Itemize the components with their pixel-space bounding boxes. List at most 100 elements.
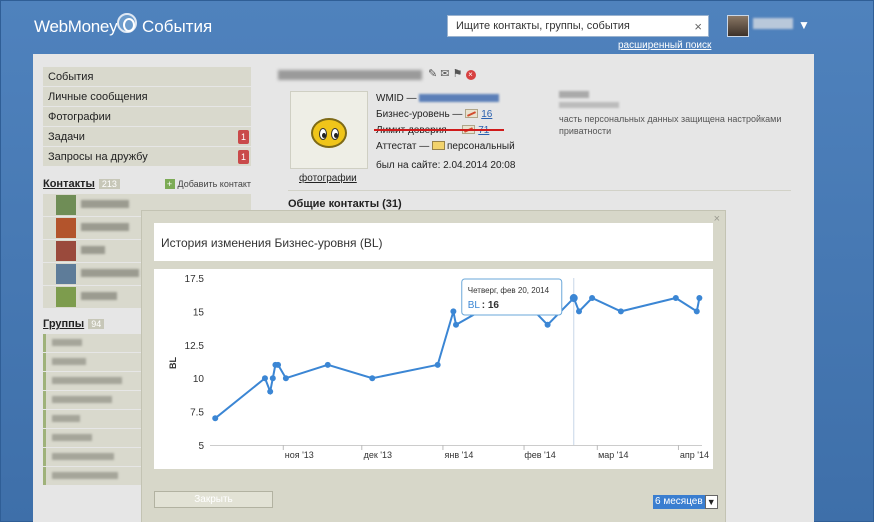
group-name-blurred <box>52 434 92 441</box>
contact-avatar <box>56 287 76 307</box>
contact-name-blurred <box>81 223 129 231</box>
contacts-header: Контакты 213 + Добавить контакт <box>43 178 251 194</box>
sidebar-item-events[interactable]: События <box>43 67 251 86</box>
x-tick-label: ноя '13 <box>285 450 314 460</box>
extra-blurred-1 <box>559 91 589 98</box>
attestat-icon <box>432 141 446 150</box>
sidebar-item-label: Задачи <box>48 131 85 143</box>
y-axis-label: BL <box>168 357 178 369</box>
chevron-down-icon[interactable]: ▼ <box>704 495 718 509</box>
bl-chart: 17.5 15 12.5 10 7.5 5 BL ноя '13 дек '13 янв '14 ф… <box>154 269 713 469</box>
edit-icon[interactable]: ✎ <box>428 68 437 80</box>
attestat-value[interactable]: персональный <box>447 141 515 152</box>
x-tick-label: янв '14 <box>444 450 473 460</box>
bl-data-point <box>589 295 596 302</box>
divider <box>288 190 791 191</box>
sidebar-item-label: События <box>48 71 94 83</box>
wmid-value-blurred[interactable] <box>419 94 500 103</box>
bl-data-point <box>569 294 578 303</box>
last-seen-row: был на сайте: 2.04.2014 20:08 <box>376 158 515 174</box>
search-input[interactable] <box>448 16 678 36</box>
dialog-title-box: История изменения Бизнес-уровня (BL) <box>154 223 713 261</box>
groups-title[interactable]: Группы <box>43 318 84 330</box>
count-badge: 1 <box>238 150 249 164</box>
sidebar-item-messages[interactable]: Личные сообщения <box>43 87 251 106</box>
bl-data-point <box>696 295 703 302</box>
sidebar-item-tasks[interactable]: Задачи 1 <box>43 127 251 146</box>
sidebar-item-label: Запросы на дружбу <box>48 151 148 163</box>
remove-icon[interactable]: × <box>465 70 476 80</box>
tooltip-date: Четверг, фев 20, 2014 <box>468 286 550 295</box>
window-frame: WebMoney События × расширенный поиск ▼ С… <box>0 0 874 522</box>
advanced-search-link[interactable]: расширенный поиск <box>618 40 711 51</box>
wmid-row: WMID — <box>376 91 515 107</box>
extra-blurred-2 <box>559 102 619 108</box>
add-contact-button[interactable]: + Добавить контакт <box>164 179 251 189</box>
bl-data-point <box>267 388 274 395</box>
search-box[interactable]: × <box>447 15 709 37</box>
dialog-title: История изменения Бизнес-уровня (BL) <box>161 236 383 250</box>
mail-icon[interactable]: ✉ <box>440 68 449 80</box>
sidebar-item-friend-requests[interactable]: Запросы на дружбу 1 <box>43 147 251 166</box>
last-seen: был на сайте: 2.04.2014 20:08 <box>376 160 516 171</box>
bee-eye-left <box>319 128 327 140</box>
bl-series-line <box>214 296 701 420</box>
group-name-blurred <box>52 453 114 460</box>
clear-search-icon[interactable]: × <box>694 19 702 34</box>
photos-link[interactable]: фотографии <box>299 173 357 184</box>
tooltip-series-label: BL <box>468 300 481 311</box>
common-contacts-title: Общие контакты (31) <box>288 198 402 210</box>
close-button[interactable]: Закрыть <box>154 491 273 508</box>
group-name-blurred <box>52 339 82 346</box>
attestat-label: Аттестат — <box>376 141 430 152</box>
bl-data-point <box>212 415 219 422</box>
flag-icon[interactable]: ⚑ <box>453 68 463 80</box>
bl-chart-svg: 17.5 15 12.5 10 7.5 5 BL ноя '13 дек '13 янв '14 ф… <box>168 274 709 460</box>
contacts-count: 213 <box>98 179 120 189</box>
sidebar-item-photos[interactable]: Фотографии <box>43 107 251 126</box>
x-tick-label: фев '14 <box>524 450 555 460</box>
profile-name-blurred <box>278 70 422 80</box>
contact-name-blurred <box>81 269 139 277</box>
bl-data-point <box>576 308 582 315</box>
attestat-row: Аттестат — персональный <box>376 139 515 155</box>
bl-data-point <box>275 361 282 368</box>
wmid-label: WMID — <box>376 93 417 104</box>
user-name-blurred[interactable] <box>753 18 793 29</box>
y-tick-label: 10 <box>193 374 205 385</box>
sidebar-item-label: Личные сообщения <box>48 91 148 103</box>
tooltip-value: : 16 <box>482 300 500 311</box>
logo-text[interactable]: WebMoney <box>34 17 118 37</box>
x-tick-label: мар '14 <box>598 450 628 460</box>
x-tick-label: апр '14 <box>680 450 709 460</box>
bl-value-link[interactable]: 16 <box>481 109 492 120</box>
y-tick-label: 12.5 <box>185 341 205 352</box>
user-avatar[interactable] <box>727 15 749 37</box>
trust-row: Лимит доверия — 71 <box>376 123 515 139</box>
chart-icon[interactable] <box>465 109 479 118</box>
profile-actions: ✎ ✉ ⚑ × <box>428 67 476 80</box>
contact-avatar <box>56 264 76 284</box>
period-select[interactable]: 6 месяцев ▼ <box>653 495 718 509</box>
bl-data-point <box>672 295 679 302</box>
bee-eye-right <box>331 128 339 140</box>
profile-extra: часть персональных данных защищена настр… <box>559 91 789 137</box>
group-name-blurred <box>52 472 118 479</box>
period-value[interactable]: 6 месяцев <box>653 495 705 509</box>
bl-data-point <box>434 361 441 368</box>
contact-avatar <box>56 195 76 215</box>
bl-data-point <box>369 375 376 382</box>
contacts-title[interactable]: Контакты <box>43 178 95 190</box>
bl-data-point <box>282 375 289 382</box>
bl-data-point <box>324 361 331 368</box>
close-icon[interactable]: × <box>714 213 720 225</box>
profile-photo[interactable] <box>290 91 368 169</box>
bl-data-point <box>617 308 624 315</box>
y-tick-label: 17.5 <box>185 274 205 285</box>
bl-data-point <box>269 375 276 382</box>
count-badge: 1 <box>238 130 249 144</box>
contact-avatar <box>56 218 76 238</box>
highlight-underline <box>374 129 504 131</box>
webmoney-globe-icon <box>117 13 137 33</box>
chevron-down-icon[interactable]: ▼ <box>798 18 810 32</box>
